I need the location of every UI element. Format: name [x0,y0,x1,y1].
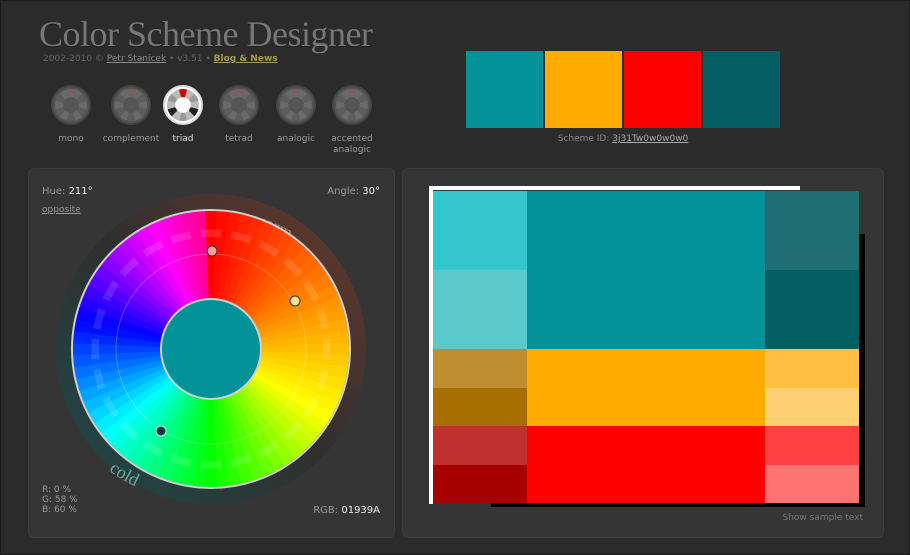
base-color-center [160,298,262,400]
scheme-id: Scheme ID: 3j31Tw0w0w0w0 [466,134,780,144]
red-percent: R: 0 % [42,485,72,495]
preview-swatch-primary[interactable] [466,51,543,128]
analogic-icon[interactable] [276,85,316,125]
mode-analogic[interactable]: analogic [266,85,326,145]
color-sample-grid [429,188,861,506]
credits: 2002-2010 © Petr Stanicek • v3.51 • Blog… [43,54,278,64]
scheme-id-link[interactable]: 3j31Tw0w0w0w0 [612,134,688,144]
sample-cell-left-top[interactable] [433,191,527,270]
mono-icon[interactable] [51,85,91,125]
mode-label: mono [58,134,84,144]
rgb-hex-value[interactable]: 01939A [341,505,380,516]
complement-icon[interactable] [111,85,151,125]
preview-swatch-secondary-b[interactable] [624,51,701,128]
handle-base[interactable] [155,425,167,437]
mode-triad[interactable]: triad [153,85,213,145]
mode-label: analogic [277,134,315,144]
copyright-text: 2002-2010 © [43,54,107,64]
rgb-hex-readout: RGB: 01939A [313,505,380,516]
mode-complement[interactable]: complement [101,85,161,145]
mode-label: triad [172,134,194,144]
mode-label: complement [102,134,160,144]
accented-analogic-icon[interactable] [332,85,372,125]
color-wheel[interactable]: warm cold [46,184,376,514]
author-link[interactable]: Petr Stanicek [107,54,166,64]
sample-cell-right-top[interactable] [765,191,859,270]
blue-percent: B: 60 % [42,505,77,515]
sample-cell-left-bottom[interactable] [433,270,527,349]
mode-mono[interactable]: mono [41,85,101,145]
handle-orange[interactable] [289,295,301,307]
mode-label: tetrad [225,134,253,144]
mode-label: accented analogic [331,134,373,155]
sample-cell-left-top[interactable] [433,349,527,388]
sample-cell-main[interactable] [527,426,765,503]
show-sample-text-link[interactable]: Show sample text [783,513,864,523]
handle-red[interactable] [206,245,218,257]
color-wheel-panel: Hue: 211° opposite Angle: 30° warm cold … [28,168,395,538]
sample-cell-right-top[interactable] [765,349,859,388]
sample-cell-right-top[interactable] [765,426,859,465]
tetrad-icon[interactable] [219,85,259,125]
scheme-id-label: Scheme ID: [557,134,613,144]
mode-accented-analogic[interactable]: accented analogic [322,85,382,156]
sample-cell-right-bottom[interactable] [765,387,859,426]
blog-link[interactable]: Blog & News [214,54,278,64]
green-percent: G: 58 % [42,495,78,505]
sample-cell-right-bottom[interactable] [765,464,859,503]
rgb-percent-readout: R: 0 % G: 58 % B: 60 % [42,485,78,515]
preview-swatch-secondary-a[interactable] [545,51,622,128]
sample-cell-main[interactable] [527,191,765,349]
app-title: Color Scheme Designer [39,14,373,54]
preview-swatch-dark[interactable] [703,51,780,128]
sample-cell-left-bottom[interactable] [433,464,527,503]
sample-cell-left-bottom[interactable] [433,387,527,426]
version-text: • v3.51 • [166,54,214,64]
sample-cell-right-bottom[interactable] [765,270,859,349]
triad-icon[interactable] [163,85,203,125]
sample-cell-main[interactable] [527,349,765,426]
color-sample-panel: Show sample text [402,168,884,538]
mode-tetrad[interactable]: tetrad [209,85,269,145]
sample-cell-left-top[interactable] [433,426,527,465]
